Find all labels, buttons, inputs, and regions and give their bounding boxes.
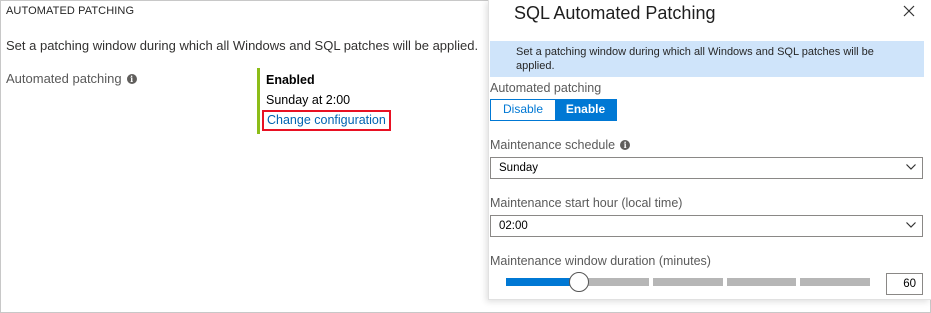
- slider-segment: [579, 278, 650, 286]
- close-icon[interactable]: [901, 3, 917, 19]
- maintenance-schedule-label: Maintenance schedule i: [490, 138, 631, 152]
- section-description: Set a patching window during which all W…: [6, 38, 479, 53]
- disable-toggle-button[interactable]: Disable: [491, 100, 555, 120]
- start-hour-select[interactable]: 02:00: [490, 215, 923, 237]
- automated-patching-toggle: Disable Enable: [490, 99, 617, 121]
- start-hour-value: 02:00: [499, 220, 528, 232]
- start-hour-label: Maintenance start hour (local time): [490, 196, 683, 210]
- chevron-down-icon: [906, 164, 916, 170]
- chevron-down-icon: [906, 222, 916, 228]
- section-title: AUTOMATED PATCHING: [6, 5, 135, 17]
- patching-status-block: Enabled Sunday at 2:00 Change configurat…: [257, 68, 391, 134]
- automated-patching-label: Automated patching: [490, 81, 602, 95]
- duration-input[interactable]: 60: [886, 273, 923, 295]
- enable-toggle-button[interactable]: Enable: [555, 100, 616, 120]
- info-icon[interactable]: i: [126, 73, 137, 84]
- slider-segment: [800, 278, 870, 286]
- duration-slider-fill: [506, 278, 579, 286]
- maintenance-schedule-value: Sunday: [499, 162, 539, 174]
- info-banner: Set a patching window during which all W…: [490, 41, 924, 77]
- automated-patching-field-label: Automated patching i: [6, 71, 137, 86]
- info-icon[interactable]: i: [620, 140, 631, 150]
- change-configuration-link[interactable]: Change configuration: [262, 110, 391, 131]
- maintenance-schedule-label-text: Maintenance schedule: [490, 138, 616, 152]
- duration-slider-thumb[interactable]: [568, 272, 589, 292]
- field-label-text: Automated patching: [6, 71, 122, 86]
- maintenance-schedule-select[interactable]: Sunday: [490, 157, 923, 179]
- sql-automated-patching-blade: SQL Automated Patching Set a patching wi…: [488, 0, 931, 300]
- duration-label: Maintenance window duration (minutes): [490, 254, 711, 268]
- automated-patching-section: AUTOMATED PATCHING Set a patching window…: [0, 0, 480, 313]
- blade-title: SQL Automated Patching: [514, 3, 716, 23]
- slider-segment: [653, 278, 723, 286]
- status-enabled: Enabled: [266, 73, 315, 87]
- slider-segment: [726, 278, 797, 286]
- status-schedule: Sunday at 2:00: [266, 93, 351, 107]
